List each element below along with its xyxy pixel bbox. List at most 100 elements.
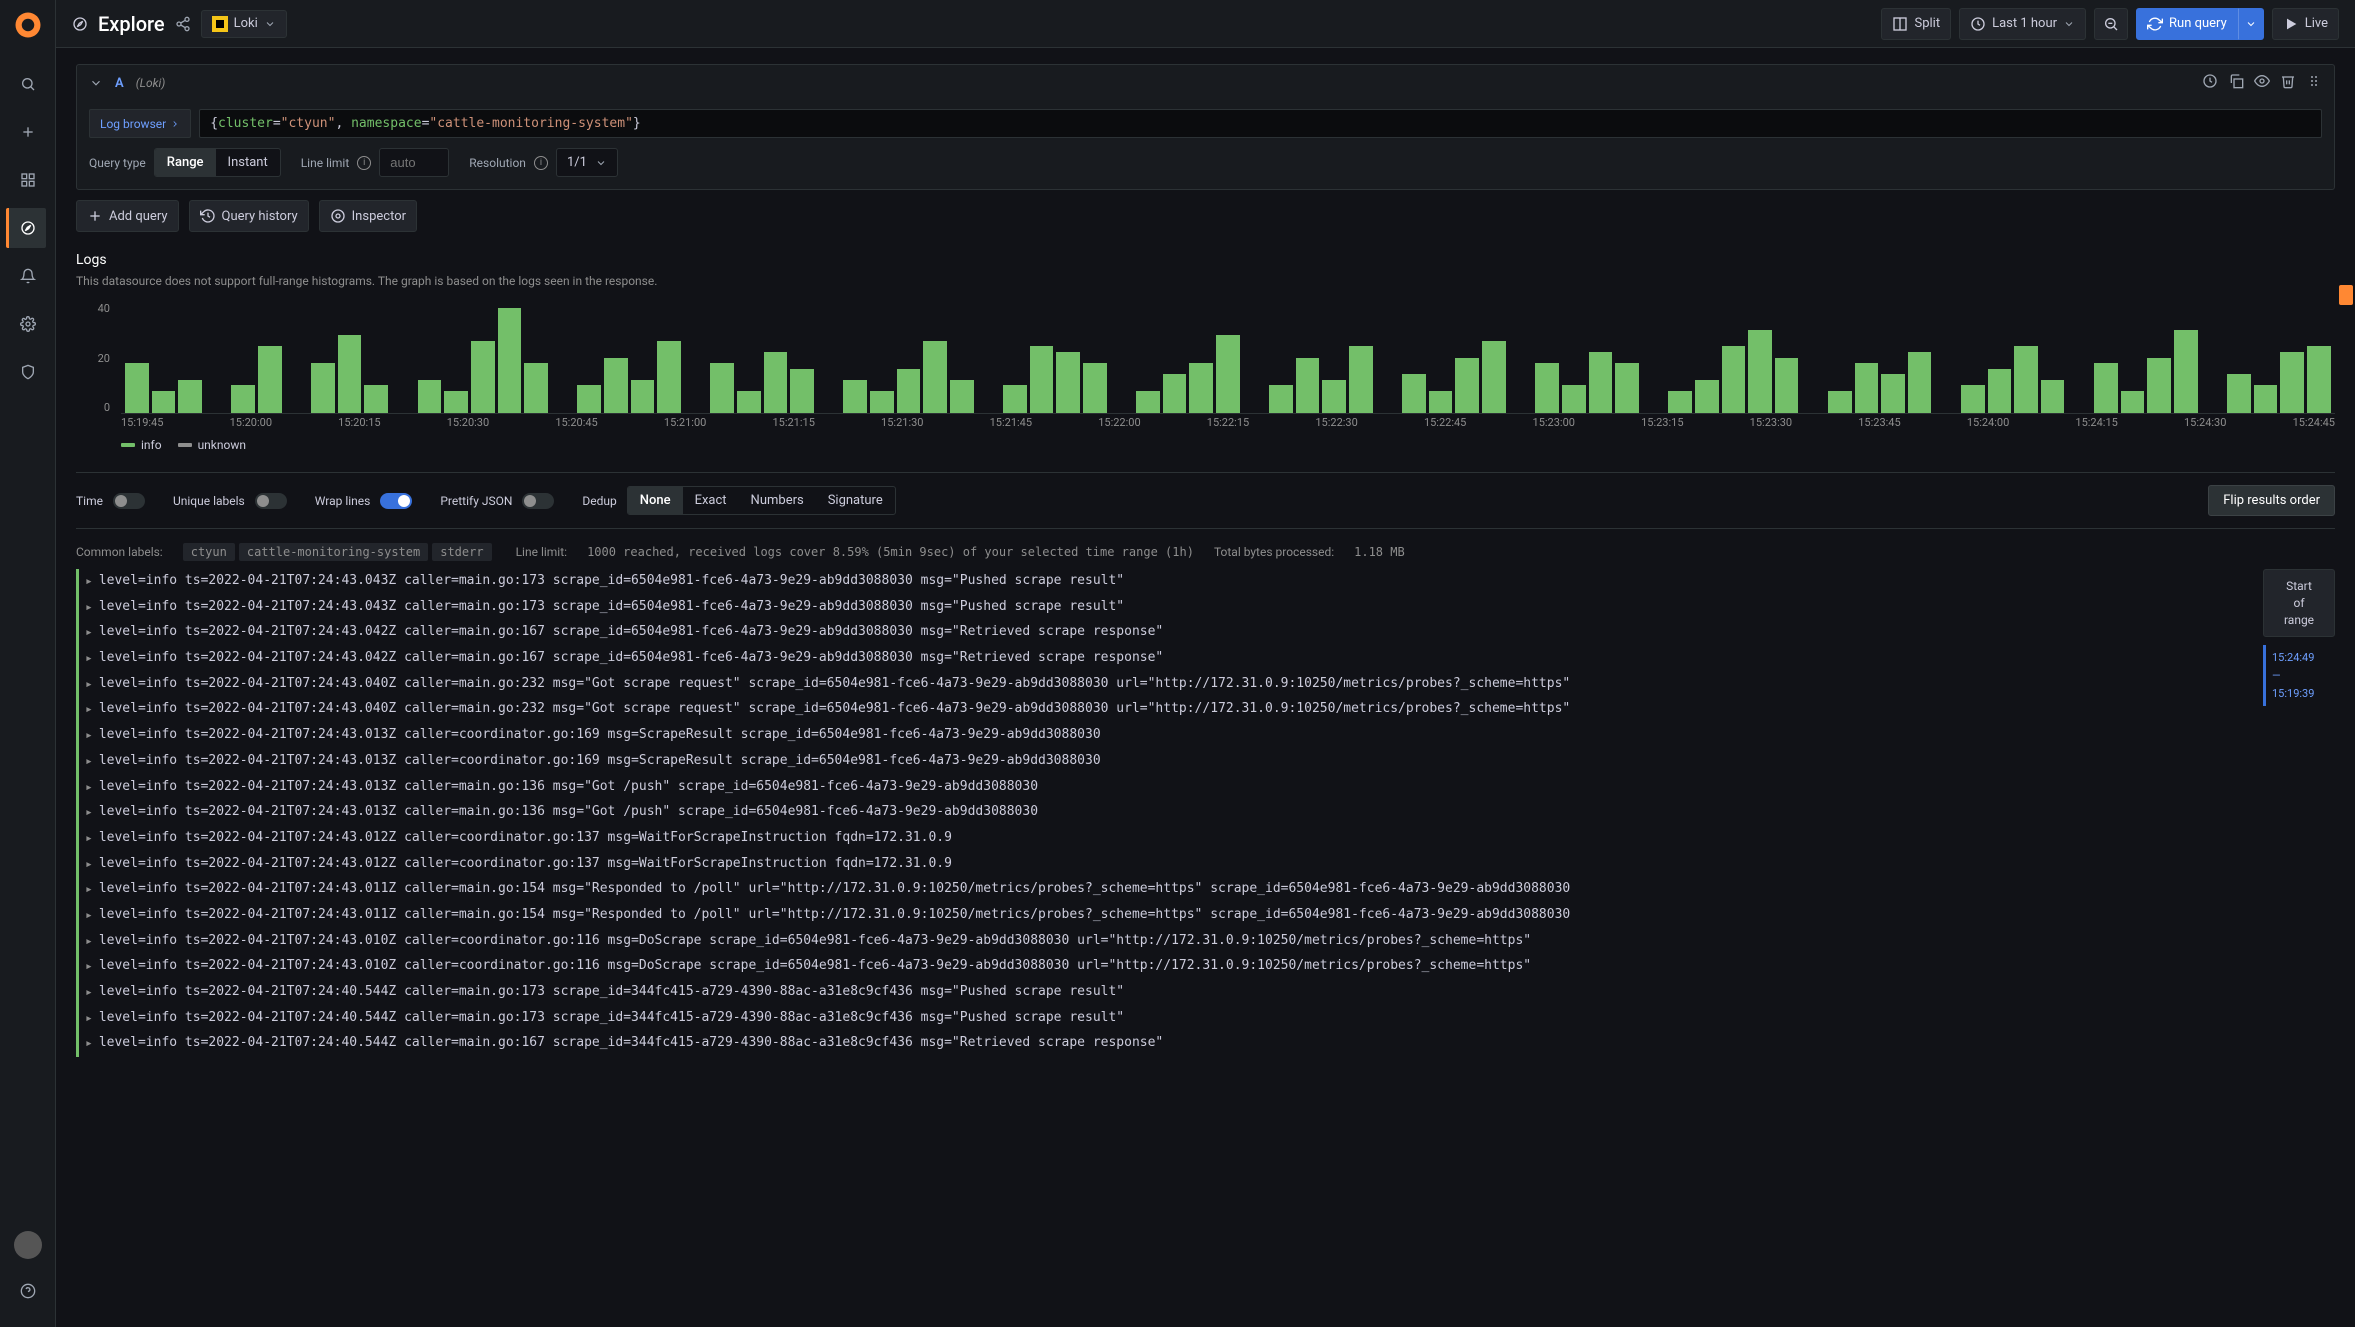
- log-line[interactable]: ▸level=info ts=2022-04-21T07:24:43.010Z …: [76, 929, 2251, 955]
- logs-histogram[interactable]: 40 20 0 15:19:4515:20:0015:20:1515:20:30…: [76, 302, 2335, 432]
- log-expand-caret[interactable]: ▸: [85, 569, 93, 595]
- chevron-down-icon[interactable]: [89, 76, 103, 90]
- dedup-numbers[interactable]: Numbers: [739, 487, 816, 514]
- bar: [418, 380, 442, 413]
- log-browser-button[interactable]: Log browser: [89, 109, 191, 138]
- log-expand-caret[interactable]: ▸: [85, 1031, 93, 1057]
- log-expand-caret[interactable]: ▸: [85, 954, 93, 980]
- query-input[interactable]: {cluster="ctyun", namespace="cattle-moni…: [199, 109, 2322, 138]
- dedup-exact[interactable]: Exact: [683, 487, 739, 514]
- inspector-button[interactable]: Inspector: [319, 200, 417, 232]
- log-line[interactable]: ▸level=info ts=2022-04-21T07:24:43.010Z …: [76, 954, 2251, 980]
- dedup-none[interactable]: None: [628, 487, 683, 514]
- log-line[interactable]: ▸level=info ts=2022-04-21T07:24:43.043Z …: [76, 569, 2251, 595]
- right-edge-handle[interactable]: [2337, 280, 2355, 310]
- log-line[interactable]: ▸level=info ts=2022-04-21T07:24:43.011Z …: [76, 903, 2251, 929]
- log-level-bar: [76, 903, 79, 929]
- log-text: level=info ts=2022-04-21T07:24:43.013Z c…: [99, 800, 1038, 825]
- alerts-icon[interactable]: [8, 256, 48, 296]
- query-clock-icon[interactable]: [2202, 73, 2218, 93]
- timerange-picker[interactable]: Last 1 hour: [1959, 8, 2086, 40]
- log-expand-caret[interactable]: ▸: [85, 723, 93, 749]
- query-drag-icon[interactable]: [2306, 73, 2322, 93]
- datasource-picker[interactable]: Loki: [201, 10, 287, 38]
- run-query-button[interactable]: Run query: [2136, 8, 2238, 40]
- live-button[interactable]: Live: [2272, 8, 2339, 40]
- line-limit-input[interactable]: [379, 148, 449, 177]
- log-expand-caret[interactable]: ▸: [85, 749, 93, 775]
- log-line[interactable]: ▸level=info ts=2022-04-21T07:24:43.013Z …: [76, 800, 2251, 826]
- chart-xaxis: 15:19:4515:20:0015:20:1515:20:3015:20:45…: [121, 416, 2335, 432]
- xtick: 15:21:00: [664, 416, 706, 432]
- help-icon[interactable]: i: [534, 156, 548, 170]
- split-button[interactable]: Split: [1881, 8, 1951, 40]
- log-expand-caret[interactable]: ▸: [85, 1006, 93, 1032]
- log-line[interactable]: ▸level=info ts=2022-04-21T07:24:43.042Z …: [76, 620, 2251, 646]
- log-expand-caret[interactable]: ▸: [85, 877, 93, 903]
- shield-icon[interactable]: [8, 352, 48, 392]
- zoom-out-button[interactable]: [2094, 8, 2128, 40]
- flip-results-button[interactable]: Flip results order: [2208, 485, 2335, 516]
- log-line[interactable]: ▸level=info ts=2022-04-21T07:24:43.012Z …: [76, 826, 2251, 852]
- bar: [1136, 391, 1160, 413]
- share-icon[interactable]: [175, 16, 191, 32]
- explore-icon[interactable]: [6, 208, 46, 248]
- log-expand-caret[interactable]: ▸: [85, 903, 93, 929]
- prettify-json-label: Prettify JSON: [440, 494, 512, 508]
- query-copy-icon[interactable]: [2228, 73, 2244, 93]
- log-line[interactable]: ▸level=info ts=2022-04-21T07:24:43.040Z …: [76, 672, 2251, 698]
- query-type-instant[interactable]: Instant: [216, 149, 280, 176]
- legend-item[interactable]: unknown: [178, 438, 246, 452]
- log-expand-caret[interactable]: ▸: [85, 852, 93, 878]
- add-query-button[interactable]: Add query: [76, 200, 179, 232]
- bar: [1296, 358, 1320, 414]
- chart-yaxis: 40 20 0: [76, 302, 116, 414]
- add-icon[interactable]: [8, 112, 48, 152]
- log-expand-caret[interactable]: ▸: [85, 929, 93, 955]
- help-icon[interactable]: i: [357, 156, 371, 170]
- legend-item[interactable]: info: [121, 438, 162, 452]
- dashboards-icon[interactable]: [8, 160, 48, 200]
- log-expand-caret[interactable]: ▸: [85, 646, 93, 672]
- run-query-caret[interactable]: [2238, 8, 2264, 40]
- log-line[interactable]: ▸level=info ts=2022-04-21T07:24:43.011Z …: [76, 877, 2251, 903]
- log-expand-caret[interactable]: ▸: [85, 697, 93, 723]
- log-line[interactable]: ▸level=info ts=2022-04-21T07:24:43.012Z …: [76, 852, 2251, 878]
- log-expand-caret[interactable]: ▸: [85, 826, 93, 852]
- help-icon[interactable]: [8, 1271, 48, 1311]
- query-history-button[interactable]: Query history: [189, 200, 309, 232]
- prettify-json-toggle[interactable]: [522, 493, 554, 509]
- query-eye-icon[interactable]: [2254, 73, 2270, 93]
- log-line[interactable]: ▸level=info ts=2022-04-21T07:24:40.544Z …: [76, 980, 2251, 1006]
- log-line[interactable]: ▸level=info ts=2022-04-21T07:24:43.013Z …: [76, 749, 2251, 775]
- log-line[interactable]: ▸level=info ts=2022-04-21T07:24:43.042Z …: [76, 646, 2251, 672]
- start-of-range-box[interactable]: Start of range: [2263, 569, 2335, 637]
- refresh-icon: [2147, 16, 2163, 32]
- dedup-signature[interactable]: Signature: [816, 487, 895, 514]
- wrap-lines-toggle[interactable]: [380, 493, 412, 509]
- grafana-logo[interactable]: [13, 10, 43, 40]
- log-line[interactable]: ▸level=info ts=2022-04-21T07:24:43.040Z …: [76, 697, 2251, 723]
- log-expand-caret[interactable]: ▸: [85, 620, 93, 646]
- unique-labels-toggle[interactable]: [255, 493, 287, 509]
- time-toggle[interactable]: [113, 493, 145, 509]
- query-type-range[interactable]: Range: [155, 149, 216, 176]
- user-avatar[interactable]: [14, 1231, 42, 1259]
- chart-plot: [121, 302, 2335, 414]
- settings-icon[interactable]: [8, 304, 48, 344]
- log-expand-caret[interactable]: ▸: [85, 595, 93, 621]
- query-delete-icon[interactable]: [2280, 73, 2296, 93]
- log-expand-caret[interactable]: ▸: [85, 800, 93, 826]
- log-line[interactable]: ▸level=info ts=2022-04-21T07:24:40.544Z …: [76, 1006, 2251, 1032]
- search-icon[interactable]: [8, 64, 48, 104]
- log-line[interactable]: ▸level=info ts=2022-04-21T07:24:43.043Z …: [76, 595, 2251, 621]
- resolution-select[interactable]: 1/1: [556, 148, 618, 177]
- history-icon: [200, 208, 216, 224]
- log-expand-caret[interactable]: ▸: [85, 672, 93, 698]
- log-expand-caret[interactable]: ▸: [85, 775, 93, 801]
- log-line[interactable]: ▸level=info ts=2022-04-21T07:24:40.544Z …: [76, 1031, 2251, 1057]
- log-line[interactable]: ▸level=info ts=2022-04-21T07:24:43.013Z …: [76, 723, 2251, 749]
- log-expand-caret[interactable]: ▸: [85, 980, 93, 1006]
- log-line[interactable]: ▸level=info ts=2022-04-21T07:24:43.013Z …: [76, 775, 2251, 801]
- meta-row: Common labels: ctyuncattle-monitoring-sy…: [76, 545, 2335, 559]
